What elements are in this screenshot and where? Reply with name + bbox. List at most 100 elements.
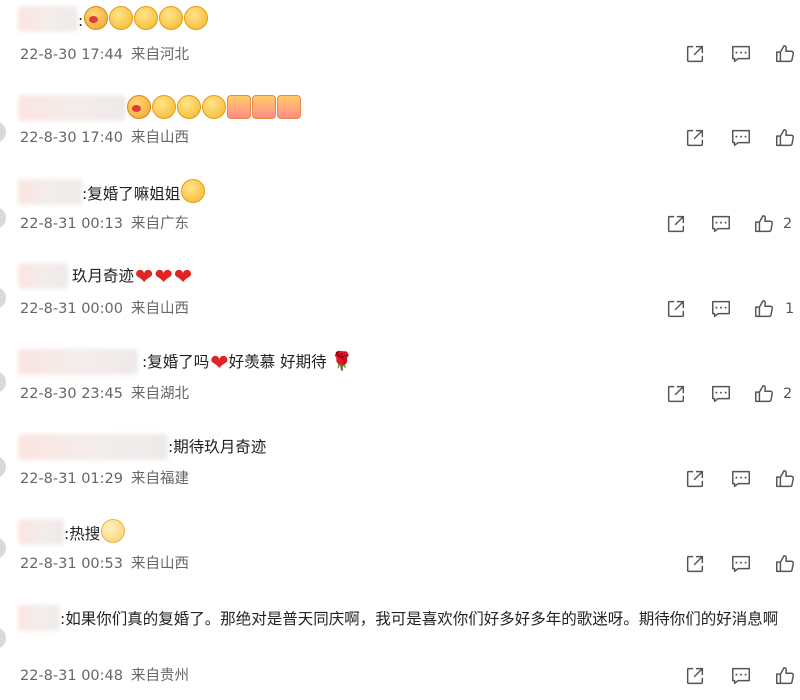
comment-icon	[732, 555, 750, 573]
thumbs-up-icon	[776, 470, 794, 488]
like-count: 1	[785, 301, 795, 317]
avatar[interactable]	[0, 207, 6, 229]
like-button[interactable]	[773, 664, 797, 688]
like-button[interactable]	[773, 467, 797, 491]
comment-location: 来自湖北	[131, 386, 189, 402]
comment-time: 22-8-30 23:45	[20, 386, 123, 402]
comment-meta: 22-8-31 00:00 来自山西	[20, 298, 189, 320]
reply-button[interactable]	[709, 212, 733, 236]
heart-icon: ❤	[135, 265, 154, 290]
comment-time: 22-8-30 17:44	[20, 47, 123, 63]
like-button[interactable]	[752, 297, 776, 321]
emoji-icon	[152, 95, 176, 119]
username-blurred[interactable]	[18, 95, 126, 121]
avatar[interactable]	[0, 537, 6, 559]
comment-meta: 22-8-31 01:29 来自福建	[20, 468, 189, 490]
comment-icon	[732, 667, 750, 685]
share-icon	[686, 667, 704, 685]
reply-button[interactable]	[709, 297, 733, 321]
comment-meta: 22-8-30 23:45 来自湖北	[20, 383, 189, 405]
like-count: 2	[783, 386, 793, 402]
reply-button[interactable]	[729, 42, 753, 66]
thumbs-up-icon	[776, 667, 794, 685]
like-button[interactable]	[773, 42, 797, 66]
avatar[interactable]	[0, 121, 6, 143]
username-blurred[interactable]	[18, 434, 168, 460]
avatar[interactable]	[0, 287, 6, 309]
like-count: 2	[783, 216, 793, 232]
thumbs-up-icon	[755, 215, 773, 233]
emoji-icon	[101, 519, 126, 543]
rose-icon: 🌹	[330, 351, 354, 372]
share-button[interactable]	[664, 382, 688, 406]
comment-meta: 22-8-31 00:53 来自山西	[20, 553, 189, 575]
share-icon	[667, 215, 685, 233]
share-button[interactable]	[683, 126, 707, 150]
avatar[interactable]	[0, 627, 6, 649]
comment-location: 来自山西	[131, 556, 189, 572]
share-button[interactable]	[683, 552, 707, 576]
heart-icon: ❤	[154, 265, 173, 290]
comment-text: :复婚了嘛姐姐	[82, 185, 181, 203]
emoji-icon	[202, 95, 226, 119]
reply-button[interactable]	[729, 664, 753, 688]
comment-text: :	[78, 12, 84, 30]
emoji-icon	[159, 6, 184, 30]
share-button[interactable]	[664, 212, 688, 236]
comment-time: 22-8-30 17:40	[20, 130, 123, 146]
comment-icon	[732, 129, 750, 147]
share-button[interactable]	[683, 467, 707, 491]
avatar[interactable]	[0, 456, 6, 478]
comment-location: 来自贵州	[131, 668, 189, 684]
emoji-icon	[127, 95, 151, 119]
comment-icon	[732, 45, 750, 63]
comment-meta: 22-8-31 00:13 来自广东	[20, 213, 189, 235]
like-button[interactable]	[773, 552, 797, 576]
share-button[interactable]	[683, 42, 707, 66]
username-blurred[interactable]	[18, 519, 64, 545]
comment-meta: 22-8-30 17:44 来自河北	[20, 44, 189, 66]
reply-button[interactable]	[729, 126, 753, 150]
username-blurred[interactable]	[18, 6, 78, 32]
username-blurred[interactable]	[18, 605, 60, 631]
username-blurred[interactable]	[18, 179, 82, 205]
emoji-icon	[181, 179, 206, 203]
share-icon	[686, 555, 704, 573]
comment-text: :如果你们真的复婚了。那绝对是普天同庆啊，我可是喜欢你们好多好多年的歌迷呀。期待…	[60, 610, 779, 628]
heart-icon: ❤	[210, 351, 229, 376]
emoji-icon	[277, 95, 301, 119]
share-icon	[686, 45, 704, 63]
thumbs-up-icon	[776, 45, 794, 63]
reply-button[interactable]	[709, 382, 733, 406]
comment-location: 来自广东	[131, 216, 189, 232]
share-button[interactable]	[683, 664, 707, 688]
comment-time: 22-8-31 00:48	[20, 668, 123, 684]
username-blurred[interactable]	[18, 263, 68, 289]
heart-icon: ❤	[173, 265, 193, 290]
like-button[interactable]	[752, 212, 776, 236]
reply-button[interactable]	[729, 467, 753, 491]
emoji-icon	[134, 6, 159, 30]
comment-text: 玖月奇迹	[72, 267, 135, 285]
username-blurred[interactable]	[18, 349, 138, 375]
avatar[interactable]	[0, 371, 6, 393]
thumbs-up-icon	[776, 555, 794, 573]
like-button[interactable]	[773, 126, 797, 150]
share-button[interactable]	[664, 297, 688, 321]
comment-location: 来自河北	[131, 47, 189, 63]
emoji-icon	[177, 95, 201, 119]
comment-text: :复婚了吗	[142, 353, 210, 371]
emoji-icon	[84, 6, 109, 30]
comment-text-continued: 好羡慕 好期待	[228, 353, 327, 371]
comment-meta: 22-8-30 17:40 来自山西	[20, 127, 189, 149]
emoji-icon	[227, 95, 251, 119]
thumbs-up-icon	[755, 300, 773, 318]
thumbs-up-icon	[776, 129, 794, 147]
comment-icon	[732, 470, 750, 488]
emoji-icon	[252, 95, 276, 119]
like-button[interactable]	[752, 382, 776, 406]
comment-icon	[712, 300, 730, 318]
comment-location: 来自山西	[131, 301, 189, 317]
reply-button[interactable]	[729, 552, 753, 576]
share-icon	[686, 470, 704, 488]
